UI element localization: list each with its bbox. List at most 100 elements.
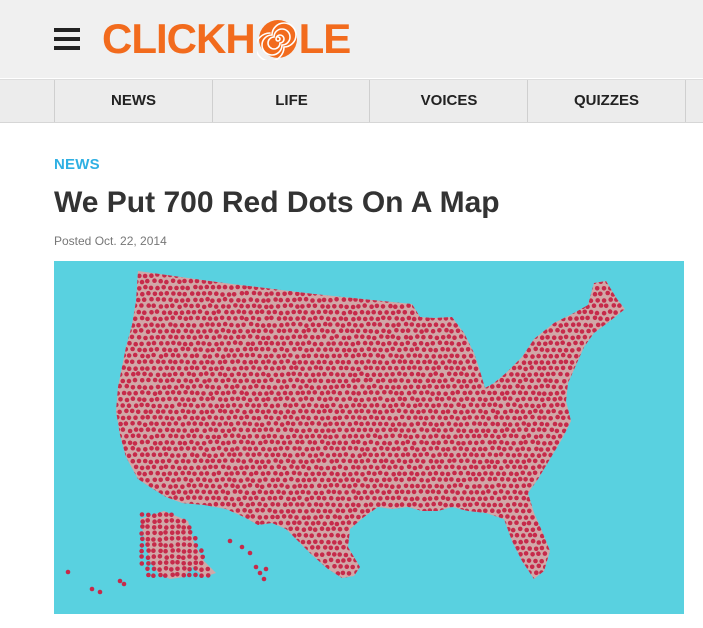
map-dot: [554, 453, 559, 458]
map-dot: [592, 514, 598, 519]
map-dot: [304, 446, 310, 452]
map-dot: [487, 540, 492, 545]
map-dot: [409, 508, 415, 513]
map-dot: [116, 415, 120, 420]
map-dot: [486, 303, 491, 309]
map-dot: [403, 334, 409, 340]
map-dot: [387, 489, 392, 495]
map-dot: [251, 527, 256, 533]
map-dot: [555, 565, 560, 570]
map-dot: [182, 278, 187, 284]
map-dot: [472, 298, 477, 303]
map-dot: [449, 403, 454, 409]
map-dot: [616, 465, 622, 470]
map-dot: [149, 296, 154, 302]
map-dot: [421, 334, 426, 340]
article-section-link[interactable]: NEWS: [54, 156, 100, 173]
nav-item-life[interactable]: LIFE: [212, 80, 370, 122]
map-dot: [471, 347, 477, 352]
map-dot: [116, 496, 117, 502]
map-dot: [353, 397, 359, 403]
map-dot: [514, 309, 520, 315]
map-dot: [530, 427, 536, 433]
map-dot: [220, 266, 225, 271]
map-dot: [220, 477, 225, 482]
map-dot: [266, 471, 271, 476]
map-dot: [368, 515, 374, 520]
map-dot: [393, 476, 399, 482]
map-dot: [250, 315, 256, 321]
map-dot: [143, 335, 148, 341]
hamburger-menu-icon[interactable]: [54, 28, 80, 50]
map-dot: [564, 272, 569, 277]
map-dot: [170, 464, 176, 470]
map-dot: [298, 434, 304, 439]
map-dot: [391, 272, 396, 278]
map-dot: [456, 576, 461, 579]
map-dot: [235, 359, 241, 364]
map-dot: [377, 360, 383, 365]
map-dot: [563, 297, 569, 302]
map-dot: [173, 334, 179, 340]
nav-item-quizzes[interactable]: QUIZZES: [527, 80, 685, 122]
map-dot: [542, 441, 547, 446]
map-dot: [275, 440, 281, 445]
map-dot: [161, 385, 167, 390]
map-dot: [163, 536, 169, 541]
map-dot: [563, 508, 569, 514]
map-dot: [318, 378, 324, 384]
map-dot: [194, 527, 200, 532]
map-dot: [157, 537, 163, 542]
map-dot: [437, 328, 442, 333]
map-dot: [177, 279, 182, 284]
map-dot: [297, 285, 302, 290]
map-dot: [195, 415, 200, 421]
map-dot: [375, 428, 380, 433]
map-dot: [245, 577, 251, 579]
map-dot: [124, 484, 130, 489]
map-dot: [353, 323, 358, 328]
map-dot: [378, 521, 383, 526]
clickhole-logo[interactable]: CLICKH LE: [102, 17, 351, 61]
map-dot: [257, 515, 263, 520]
map-dot: [328, 360, 334, 365]
map-dot: [239, 415, 244, 421]
map-dot: [176, 378, 182, 384]
map-dot: [197, 309, 203, 314]
map-dot: [198, 273, 203, 279]
map-dot: [350, 477, 356, 483]
map-dot: [285, 322, 290, 327]
map-dot: [313, 271, 318, 272]
map-dot: [595, 570, 600, 575]
nav-item-voices[interactable]: VOICES: [369, 80, 528, 122]
map-dot: [512, 352, 517, 358]
map-dot: [325, 266, 330, 271]
map-dot: [217, 408, 223, 414]
map-dot: [297, 520, 302, 525]
map-dot: [260, 557, 266, 563]
map-dot: [492, 526, 498, 532]
map-dot: [176, 453, 181, 458]
map-dot: [579, 552, 584, 557]
map-dot: [505, 477, 511, 482]
map-dot: [468, 514, 473, 520]
map-dot: [574, 316, 579, 321]
map-dot: [511, 453, 517, 458]
map-dot: [399, 502, 405, 507]
map-dot: [588, 309, 594, 315]
map-dot: [275, 514, 280, 520]
map-dot: [627, 484, 632, 489]
map-dot: [130, 445, 136, 451]
map-dot: [606, 397, 612, 403]
map-dot: [260, 471, 266, 476]
map-dot: [529, 564, 535, 570]
map-dot: [356, 514, 361, 520]
map-dot: [134, 279, 139, 285]
map-dot: [247, 334, 253, 339]
map-dot: [627, 422, 632, 427]
map-dot: [344, 576, 350, 579]
map-dot: [461, 576, 466, 579]
map-dot: [168, 409, 173, 415]
map-dot: [403, 446, 408, 452]
nav-item-news[interactable]: NEWS: [54, 80, 212, 122]
